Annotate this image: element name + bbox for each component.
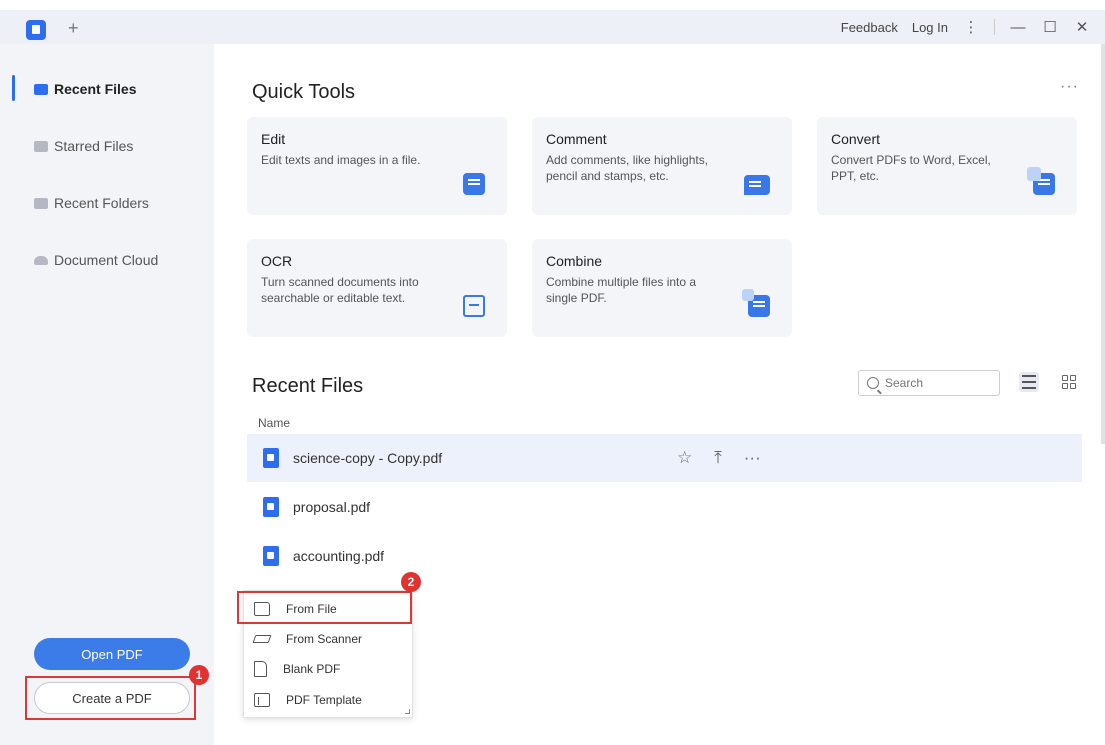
sidebar-item-recent-files[interactable]: Recent Files [34, 81, 136, 97]
step-badge-2: 2 [401, 572, 421, 592]
card-desc: Add comments, like highlights, pencil an… [546, 153, 709, 183]
tool-card-comment[interactable]: Comment Add comments, like highlights, p… [532, 117, 792, 215]
grid-view-button[interactable] [1059, 372, 1079, 392]
pdf-file-icon [263, 448, 279, 468]
list-view-button[interactable] [1019, 372, 1039, 392]
file-row[interactable]: proposal.pdf [247, 483, 1082, 531]
tool-card-edit[interactable]: Edit Edit texts and images in a file. [247, 117, 507, 215]
sidebar-item-label: Document Cloud [54, 252, 159, 268]
combine-icon [742, 289, 770, 317]
file-row[interactable]: science-copy - Copy.pdf ☆ ⤒ ··· [247, 434, 1082, 482]
scanner-icon [252, 635, 272, 643]
from-file-highlight [237, 591, 412, 624]
tool-card-combine[interactable]: Combine Combine multiple files into a si… [532, 239, 792, 337]
open-pdf-button[interactable]: Open PDF [34, 638, 190, 670]
title-bar: + Feedback Log In ⋮ — ☐ ✕ [0, 0, 1105, 44]
list-line [1022, 375, 1036, 377]
maximize-button[interactable]: ☐ [1041, 18, 1059, 36]
card-desc: Turn scanned documents into searchable o… [261, 275, 419, 305]
menu-item-from-scanner[interactable]: From Scanner [244, 624, 412, 654]
card-desc: Combine multiple files into a single PDF… [546, 275, 697, 305]
active-indicator [12, 75, 15, 101]
title-bar-controls: Feedback Log In ⋮ — ☐ ✕ [841, 18, 1091, 37]
scrollbar[interactable] [1101, 44, 1105, 444]
menu-item-pdf-template[interactable]: PDF Template [244, 685, 412, 715]
grid-cell [1062, 383, 1068, 389]
sidebar: Recent Files Starred Files Recent Folder… [0, 44, 214, 745]
sidebar-item-label: Recent Files [54, 81, 137, 97]
grid-cell [1062, 375, 1068, 381]
search-input[interactable] [885, 376, 985, 390]
menu-item-label: From Scanner [286, 632, 363, 646]
resize-grip-icon[interactable] [405, 709, 410, 714]
login-link[interactable]: Log In [912, 20, 948, 35]
starred-files-icon [34, 140, 48, 152]
grid-cell [1070, 383, 1076, 389]
tool-card-ocr[interactable]: OCR Turn scanned documents into searchab… [247, 239, 507, 337]
template-icon [254, 693, 270, 707]
quick-tools-title: Quick Tools [252, 81, 356, 103]
pdf-file-icon [263, 546, 279, 566]
card-title: Edit [261, 131, 286, 147]
quick-tools-more-icon[interactable]: ··· [1060, 78, 1079, 96]
star-icon[interactable]: ☆ [677, 448, 692, 468]
file-name: proposal.pdf [293, 499, 371, 515]
menu-item-label: Blank PDF [283, 662, 341, 676]
minimize-button[interactable]: — [1009, 19, 1027, 36]
new-tab-button[interactable]: + [68, 16, 79, 40]
card-desc: Convert PDFs to Word, Excel, PPT, etc. [831, 153, 991, 183]
menu-item-blank-pdf[interactable]: Blank PDF [244, 654, 412, 684]
sidebar-item-label: Recent Folders [54, 195, 149, 211]
blank-page-icon [254, 661, 267, 677]
pin-to-top-icon[interactable]: ⤒ [714, 448, 722, 468]
file-name: accounting.pdf [293, 548, 385, 564]
grid-cell [1070, 375, 1076, 381]
folder-icon [34, 197, 48, 209]
column-header-name[interactable]: Name [258, 416, 290, 430]
sidebar-item-document-cloud[interactable]: Document Cloud [34, 252, 158, 268]
create-pdf-button[interactable]: Create a PDF [34, 682, 190, 714]
list-line [1022, 381, 1036, 383]
ocr-icon [463, 295, 485, 317]
cloud-icon [34, 255, 48, 265]
file-name: science-copy - Copy.pdf [293, 450, 443, 466]
row-more-icon[interactable]: ··· [744, 448, 761, 468]
convert-icon [1027, 167, 1055, 195]
card-title: Convert [831, 131, 881, 147]
sidebar-item-starred-files[interactable]: Starred Files [34, 138, 133, 154]
file-row[interactable]: accounting.pdf [247, 532, 1082, 580]
card-title: Combine [546, 253, 603, 269]
sidebar-item-label: Starred Files [54, 138, 134, 154]
app-logo-icon[interactable] [26, 20, 46, 40]
list-line [1022, 387, 1036, 389]
comment-icon [744, 175, 770, 195]
recent-files-title: Recent Files [252, 375, 364, 397]
edit-doc-icon [463, 173, 485, 195]
tool-card-convert[interactable]: Convert Convert PDFs to Word, Excel, PPT… [817, 117, 1077, 215]
card-title: Comment [546, 131, 607, 147]
card-desc: Edit texts and images in a file. [261, 153, 421, 167]
feedback-link[interactable]: Feedback [841, 20, 898, 35]
recent-files-icon [34, 83, 48, 95]
sidebar-item-recent-folders[interactable]: Recent Folders [34, 195, 149, 211]
divider [994, 19, 995, 35]
pdf-file-icon [263, 497, 279, 517]
card-title: OCR [261, 253, 293, 269]
step-badge-1: 1 [189, 665, 209, 685]
row-actions: ☆ ⤒ ··· [677, 448, 761, 468]
menu-item-label: PDF Template [286, 693, 362, 707]
search-icon [867, 377, 879, 389]
close-button[interactable]: ✕ [1073, 18, 1091, 36]
more-menu-icon[interactable]: ⋮ [962, 18, 980, 36]
search-box[interactable] [858, 370, 1000, 396]
